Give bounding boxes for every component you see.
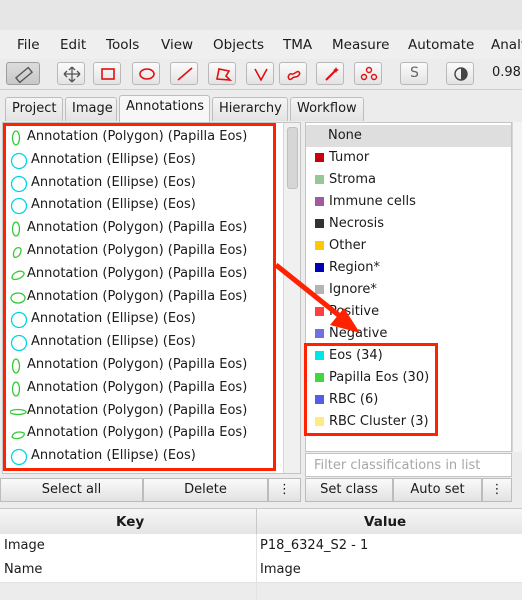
highlight-arrow-icon	[274, 263, 360, 333]
